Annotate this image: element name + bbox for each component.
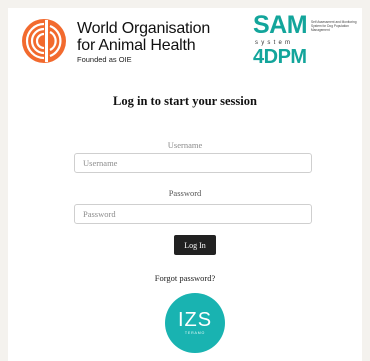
izs-logo: IZS TERAMO xyxy=(165,293,225,353)
username-label: Username xyxy=(167,140,203,150)
password-input[interactable] xyxy=(74,204,312,224)
password-label: Password xyxy=(168,188,202,198)
username-input[interactable] xyxy=(74,153,312,173)
woah-founded-note: Founded as OIE xyxy=(77,55,132,64)
sam-logo-description: Self Assessment and Monitoring System fo… xyxy=(311,20,357,33)
izs-logo-subtext: TERAMO xyxy=(184,331,206,335)
login-card: World Organisation for Animal Health Fou… xyxy=(8,8,362,361)
forgot-password-link[interactable]: Forgot password? xyxy=(8,273,362,283)
woah-title-line2: for Animal Health xyxy=(77,37,196,54)
login-button[interactable]: Log In xyxy=(174,235,216,255)
sam-logo-top: SAM xyxy=(253,11,308,39)
sam-logo-bottom: 4DPM xyxy=(253,46,307,68)
woah-wordmark: World Organisation for Animal Health Fou… xyxy=(77,20,210,65)
woah-logo-icon xyxy=(22,19,66,63)
page-title: Log in to start your session xyxy=(113,94,257,108)
woah-title-line1: World Organisation xyxy=(77,20,211,37)
izs-logo-text: IZS xyxy=(177,309,213,331)
sam4dpm-logo: SAM system 4DPM Self Assessment and Moni… xyxy=(253,11,357,70)
